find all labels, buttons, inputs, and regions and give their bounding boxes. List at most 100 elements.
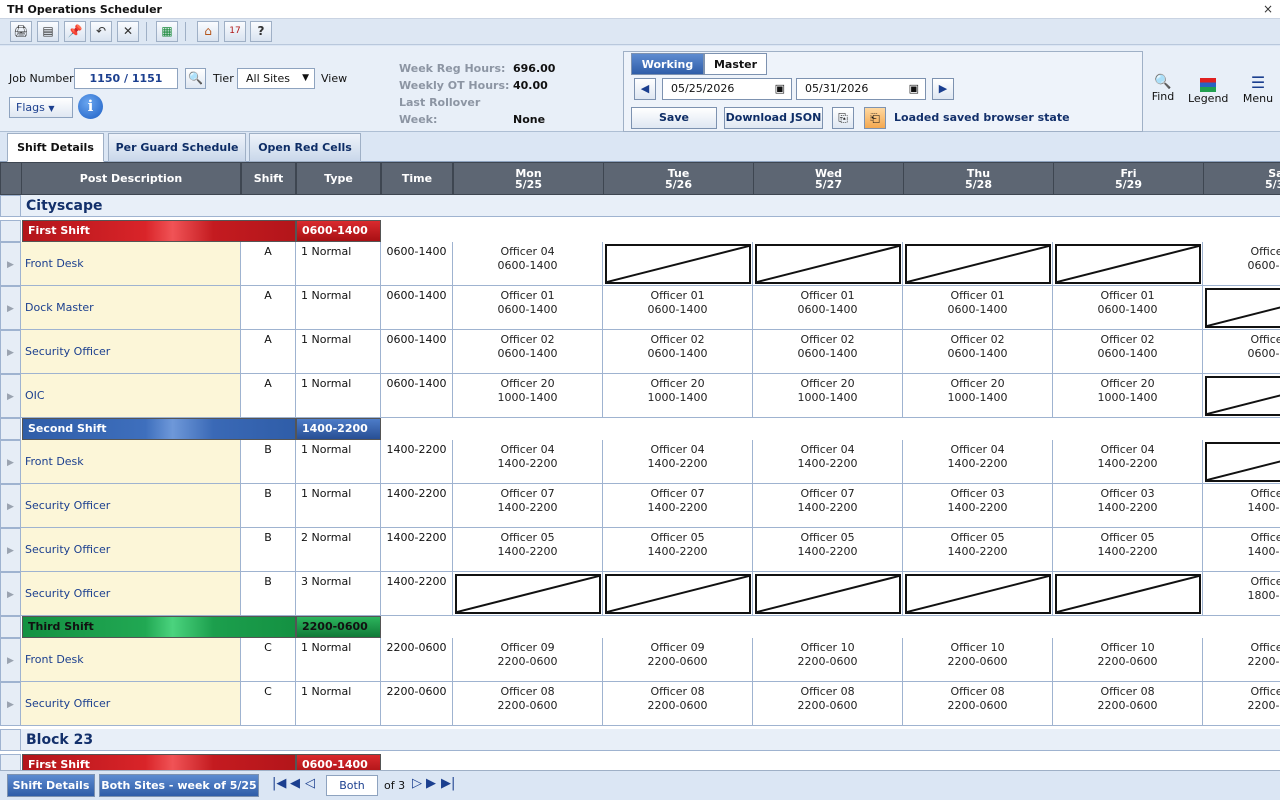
assignment-cell[interactable]: Officer 051400-2200 xyxy=(453,528,603,572)
assignment-cell[interactable]: Officer 01 0600-1400 xyxy=(903,286,1053,330)
next-page-icon[interactable]: ▶ xyxy=(426,776,436,791)
prev-page-icon[interactable]: ◀ xyxy=(290,776,300,791)
assignment-cell[interactable]: Officer 020600-1400 xyxy=(1203,330,1280,374)
unfilled-slot[interactable] xyxy=(1205,288,1280,328)
last-page-icon[interactable]: ▶| xyxy=(441,776,455,791)
assignment-cell[interactable]: Officer 082200-0600 xyxy=(753,682,903,726)
assignment-cell[interactable]: Officer 051400-2200 xyxy=(1203,528,1280,572)
delete-icon[interactable]: ✕ xyxy=(117,21,139,42)
row-expand-icon[interactable]: ▶ xyxy=(0,374,21,418)
assignment-cell[interactable]: Officer 01 0600-1400 xyxy=(603,286,753,330)
assignment-cell[interactable]: Officer 102200-0600 xyxy=(903,638,1053,682)
copy-icon[interactable]: ⎘ xyxy=(832,107,854,129)
assignment-cell[interactable]: Officer 040600-1400 xyxy=(1203,242,1280,286)
unfilled-slot[interactable] xyxy=(455,574,601,614)
close-icon[interactable]: × xyxy=(1263,2,1273,16)
day-header[interactable]: Thu 5/28 xyxy=(903,162,1054,195)
calendar-icon[interactable]: 17 xyxy=(224,21,246,42)
grid-icon[interactable]: ▦ xyxy=(156,21,178,42)
assignment-cell[interactable]: Officer 040600-1400 xyxy=(453,242,603,286)
row-expand-icon[interactable]: ▶ xyxy=(0,484,21,528)
bottom-tab-week[interactable]: Both Sites - week of 5/25 xyxy=(99,774,259,797)
unfilled-slot[interactable] xyxy=(755,574,901,614)
post-description[interactable]: Security Officer xyxy=(21,572,241,616)
search-icon[interactable]: 🔍 xyxy=(185,68,206,89)
assignment-cell[interactable]: Officer 04 1400-2200 xyxy=(453,440,603,484)
end-date-input[interactable]: 05/31/2026 ▣ xyxy=(796,78,926,100)
start-date-input[interactable]: 05/25/2026 ▣ xyxy=(662,78,792,100)
assignment-cell[interactable]: Officer 20 1000-1400 xyxy=(603,374,753,418)
assignment-cell[interactable]: Officer 01 0600-1400 xyxy=(1053,286,1203,330)
col-post-header[interactable]: Post Description xyxy=(21,162,241,195)
row-expand-icon[interactable]: ▶ xyxy=(0,242,21,286)
assignment-cell[interactable]: Officer 102200-0600 xyxy=(1203,638,1280,682)
assignment-cell[interactable]: Officer 082200-0600 xyxy=(1203,682,1280,726)
col-time-header[interactable]: Time xyxy=(381,162,453,195)
day-header[interactable]: Fri 5/29 xyxy=(1053,162,1204,195)
assignment-cell[interactable]: Officer 031400-2200 xyxy=(1203,484,1280,528)
unfilled-slot[interactable] xyxy=(905,244,1051,284)
assignment-cell[interactable]: Officer 082200-0600 xyxy=(903,682,1053,726)
post-description[interactable]: Security Officer xyxy=(21,484,241,528)
assignment-cell[interactable]: Officer 102200-0600 xyxy=(753,638,903,682)
calendar-icon[interactable]: ▣ xyxy=(909,79,919,99)
assignment-cell[interactable]: Officer 20 1000-1400 xyxy=(1053,374,1203,418)
flags-dropdown[interactable]: Flags ▼ xyxy=(9,97,73,118)
tab-per-guard-schedule[interactable]: Per Guard Schedule xyxy=(108,133,246,162)
tab-working[interactable]: Working xyxy=(631,53,704,75)
day-header[interactable]: Tue 5/26 xyxy=(603,162,754,195)
tab-shift-details[interactable]: Shift Details xyxy=(7,133,104,162)
post-description[interactable]: Security Officer xyxy=(21,682,241,726)
post-description[interactable]: Security Officer xyxy=(21,330,241,374)
unfilled-slot[interactable] xyxy=(755,244,901,284)
assignment-cell[interactable]: Officer 020600-1400 xyxy=(603,330,753,374)
find-button[interactable]: 🔍 Find xyxy=(1150,74,1176,103)
col-type-header[interactable]: Type xyxy=(296,162,381,195)
day-header[interactable]: Sat5/30 xyxy=(1203,162,1280,195)
row-expand-icon[interactable]: ▶ xyxy=(0,682,21,726)
assignment-cell[interactable]: Officer 051400-2200 xyxy=(753,528,903,572)
assignment-cell[interactable]: Officer 082200-0600 xyxy=(453,682,603,726)
prev-icon[interactable]: ◁ xyxy=(305,776,315,791)
assignment-cell[interactable]: Officer 020600-1400 xyxy=(1053,330,1203,374)
tier-select[interactable]: All Sites ▼ xyxy=(237,68,315,89)
assignment-cell[interactable]: Officer 20 1000-1400 xyxy=(453,374,603,418)
calendar-icon[interactable]: ▣ xyxy=(775,79,785,99)
post-description[interactable]: Front Desk xyxy=(21,440,241,484)
unfilled-slot[interactable] xyxy=(605,244,751,284)
info-icon[interactable]: i xyxy=(78,94,103,119)
assignment-cell[interactable]: Officer 04 1400-2200 xyxy=(1053,440,1203,484)
row-expand-icon[interactable]: ▶ xyxy=(0,440,21,484)
next-icon[interactable]: ▷ xyxy=(412,776,422,791)
document-icon[interactable]: ▤ xyxy=(37,21,59,42)
page-input[interactable]: Both xyxy=(326,775,378,796)
download-json-button[interactable]: Download JSON xyxy=(724,107,823,129)
assignment-cell[interactable]: Officer 04 1400-2200 xyxy=(903,440,1053,484)
assignment-cell[interactable]: Officer 020600-1400 xyxy=(753,330,903,374)
assignment-cell[interactable]: Officer 061800-2200 xyxy=(1203,572,1280,616)
col-shift-header[interactable]: Shift xyxy=(241,162,296,195)
assignment-cell[interactable]: Officer 09 2200-0600 xyxy=(453,638,603,682)
assignment-cell[interactable]: Officer 102200-0600 xyxy=(1053,638,1203,682)
day-header[interactable]: Wed 5/27 xyxy=(753,162,904,195)
assignment-cell[interactable]: Officer 020600-1400 xyxy=(453,330,603,374)
row-expand-icon[interactable]: ▶ xyxy=(0,286,21,330)
row-expand-icon[interactable]: ▶ xyxy=(0,638,21,682)
post-description[interactable]: Front Desk xyxy=(21,242,241,286)
assignment-cell[interactable]: Officer 07 1400-2200 xyxy=(753,484,903,528)
unfilled-slot[interactable] xyxy=(1205,442,1280,482)
assignment-cell[interactable]: Officer 082200-0600 xyxy=(603,682,753,726)
first-page-icon[interactable]: |◀ xyxy=(272,776,286,791)
tab-open-red-cells[interactable]: Open Red Cells xyxy=(249,133,361,162)
post-description[interactable]: OIC xyxy=(21,374,241,418)
unfilled-slot[interactable] xyxy=(905,574,1051,614)
menu-button[interactable]: ☰ Menu xyxy=(1240,74,1276,106)
assignment-cell[interactable]: Officer 20 1000-1400 xyxy=(753,374,903,418)
assignment-cell[interactable]: Officer 051400-2200 xyxy=(1053,528,1203,572)
assignment-cell[interactable]: Officer 07 1400-2200 xyxy=(453,484,603,528)
post-description[interactable]: Dock Master xyxy=(21,286,241,330)
assignment-cell[interactable]: Officer 051400-2200 xyxy=(603,528,753,572)
pin-icon[interactable]: 📌 xyxy=(64,21,86,42)
row-expand-icon[interactable]: ▶ xyxy=(0,330,21,374)
assignment-cell[interactable]: Officer 020600-1400 xyxy=(903,330,1053,374)
